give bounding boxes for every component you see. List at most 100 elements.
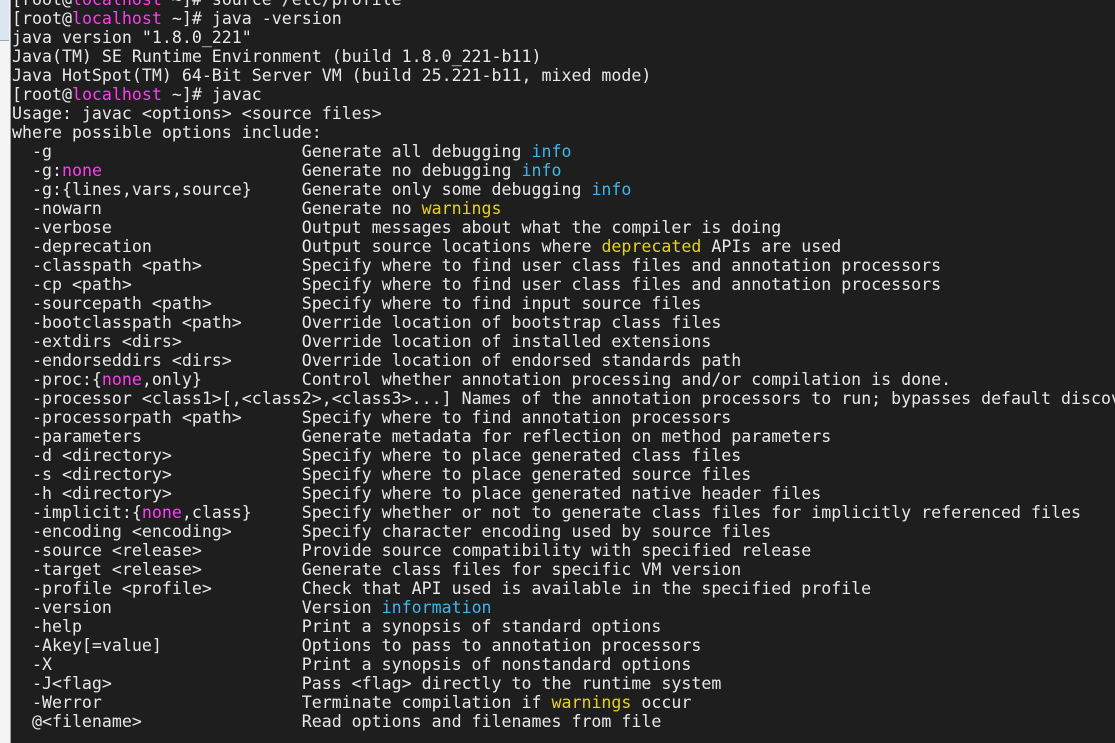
- text-segment: -Akey[=value]: [31, 636, 162, 655]
- option-description: Specify where to find user class files a…: [302, 256, 941, 275]
- highlighted-text: deprecated: [601, 237, 702, 256]
- text-segment: Usage: javac <options> <source files>: [12, 104, 382, 123]
- text-segment: occur: [631, 693, 692, 712]
- highlighted-text: info: [521, 161, 562, 180]
- highlighted-text: warnings: [421, 199, 502, 218]
- text-segment: -parameters: [31, 427, 142, 446]
- option-flag: -help: [32, 617, 302, 636]
- option-row: -nowarn Generate no warnings: [12, 199, 1115, 218]
- text-segment: Output source locations where: [301, 237, 602, 256]
- text-segment: Generate class files for specific VM ver…: [301, 560, 742, 579]
- option-row: -parameters Generate metadata for reflect…: [12, 427, 1115, 446]
- option-flag: -g:none: [32, 161, 302, 180]
- option-flag: -d <directory>: [32, 446, 302, 465]
- option-description: Options to pass to annotation processors: [302, 636, 702, 655]
- text-segment: Print a synopsis of standard options: [301, 617, 662, 636]
- option-row: -d <directory> Specify where to place gen…: [12, 446, 1115, 465]
- option-flag: -proc:{none,only}: [32, 370, 302, 389]
- text-segment: Override location of bootstrap class fil…: [301, 313, 722, 332]
- option-description: Read options and filenames from file: [302, 712, 662, 731]
- text-segment: ,only}: [141, 370, 202, 389]
- text-segment: Check that API used is available in the …: [301, 579, 872, 598]
- text-segment: -deprecation: [31, 237, 152, 256]
- option-flag: -h <directory>: [32, 484, 302, 503]
- option-flag: -source <release>: [32, 541, 302, 560]
- text-segment: -cp <path>: [31, 275, 132, 294]
- option-flag: -sourcepath <path>: [32, 294, 302, 313]
- option-description: Control whether annotation processing an…: [302, 370, 951, 389]
- option-row: -classpath <path> Specify where to find u…: [12, 256, 1115, 275]
- option-description: Specify whether or not to generate class…: [302, 503, 1081, 522]
- option-description: Generate no warnings: [302, 199, 502, 218]
- option-flag: -processorpath <path>: [32, 408, 302, 427]
- option-description: Print a synopsis of nonstandard options: [302, 655, 692, 674]
- text-segment: -extdirs <dirs>: [31, 332, 182, 351]
- terminal-line: java version "1.8.0_221": [12, 28, 1115, 47]
- option-flag: -bootclasspath <path>: [32, 313, 302, 332]
- text-segment: -proc:{: [31, 370, 102, 389]
- option-flag: -Werror: [32, 693, 302, 712]
- option-description: Check that API used is available in the …: [302, 579, 871, 598]
- text-segment: -version: [31, 598, 112, 617]
- option-flag: -version: [32, 598, 302, 617]
- option-flag: -parameters: [32, 427, 302, 446]
- option-row: -g:none Generate no debugging info: [12, 161, 1115, 180]
- option-row: -endorseddirs <dirs> Override location of…: [12, 351, 1115, 370]
- option-description: Specify where to find input source files: [302, 294, 702, 313]
- option-flag: -Akey[=value]: [32, 636, 302, 655]
- option-row: -deprecation Output source locations wher…: [12, 237, 1115, 256]
- option-flag: -encoding <encoding>: [32, 522, 302, 541]
- option-description: Specify character encoding used by sourc…: [302, 522, 772, 541]
- option-row: -encoding <encoding> Specify character en…: [12, 522, 1115, 541]
- option-row: -g Generate all debugging info: [12, 142, 1115, 161]
- option-description: Specify where to place generated class f…: [302, 446, 742, 465]
- terminal-line: [root@localhost ~]# java -version: [12, 9, 1115, 28]
- text-segment: -verbose: [31, 218, 112, 237]
- option-description: Generate class files for specific VM ver…: [302, 560, 742, 579]
- text-segment: -processor <class1>[,<class2>,<class3>..…: [31, 389, 452, 408]
- text-segment: ,class}: [181, 503, 252, 522]
- option-flag: -target <release>: [32, 560, 302, 579]
- highlighted-text: warnings: [551, 693, 632, 712]
- option-flag: -implicit:{none,class}: [32, 503, 302, 522]
- text-segment: -X: [31, 655, 52, 674]
- option-flag: -nowarn: [32, 199, 302, 218]
- text-segment: Generate no debugging: [301, 161, 522, 180]
- option-row: -sourcepath <path> Specify where to find …: [12, 294, 1115, 313]
- option-row: -verbose Output messages about what the c…: [12, 218, 1115, 237]
- option-flag: -g:{lines,vars,source}: [32, 180, 302, 199]
- text-segment: -nowarn: [31, 199, 102, 218]
- text-segment: [root@: [12, 9, 72, 28]
- text-segment: Provide source compatibility with specif…: [301, 541, 812, 560]
- terminal-window[interactable]: [root@localhost ~]# source /etc/profile[…: [11, 0, 1115, 743]
- text-segment: Terminate compilation if: [301, 693, 552, 712]
- text-segment: -endorseddirs <dirs>: [31, 351, 232, 370]
- option-flag: -processor <class1>[,<class2>,<class3>..…: [32, 389, 452, 408]
- text-segment: Generate metadata for reflection on meth…: [301, 427, 832, 446]
- text-segment: Java(TM) SE Runtime Environment (build 1…: [12, 47, 542, 66]
- option-row: -processorpath <path> Specify where to fi…: [12, 408, 1115, 427]
- text-segment: Generate only some debugging: [301, 180, 592, 199]
- option-description: Generate no debugging info: [302, 161, 562, 180]
- highlighted-text: none: [101, 370, 142, 389]
- text-segment: -target <release>: [31, 560, 202, 579]
- option-flag: -g: [32, 142, 302, 161]
- option-flag: -X: [32, 655, 302, 674]
- option-row: -J<flag> Pass <flag> directly to the runt…: [12, 674, 1115, 693]
- option-row: -g:{lines,vars,source} Generate only some…: [12, 180, 1115, 199]
- highlighted-text: info: [531, 142, 572, 161]
- text-segment: Generate no: [301, 199, 422, 218]
- terminal-line: [root@localhost ~]# javac: [12, 85, 1115, 104]
- text-segment: -implicit:{: [31, 503, 142, 522]
- text-segment: -J<flag>: [31, 674, 112, 693]
- option-row: -target <release> Generate class files fo…: [12, 560, 1115, 579]
- text-segment: -encoding <encoding>: [31, 522, 232, 541]
- option-row: -X Print a synopsis of nonstandard option…: [12, 655, 1115, 674]
- option-description: Override location of endorsed standards …: [302, 351, 742, 370]
- option-description: Generate all debugging info: [302, 142, 572, 161]
- option-row: -s <directory> Specify where to place gen…: [12, 465, 1115, 484]
- option-description: Generate metadata for reflection on meth…: [302, 427, 832, 446]
- text-segment: -help: [31, 617, 82, 636]
- text-segment: Read options and filenames from file: [301, 712, 662, 731]
- text-segment: APIs are used: [701, 237, 842, 256]
